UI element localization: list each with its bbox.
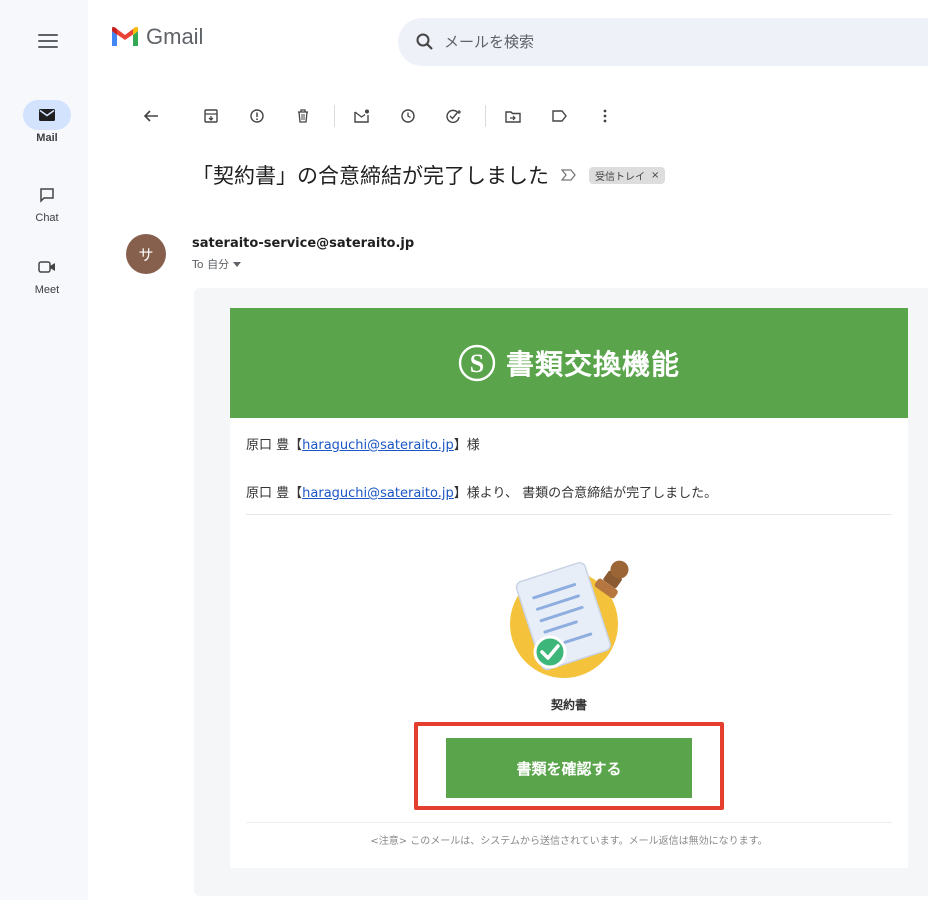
sender-email[interactable]: sateraito-service@sateraito.jp xyxy=(192,236,414,251)
add-task-icon xyxy=(446,109,461,123)
recipient-details[interactable]: To 自分 xyxy=(192,256,242,272)
email-banner: S 書類交換機能 xyxy=(230,308,908,418)
document-name: 契約書 xyxy=(550,698,587,712)
importance-marker-icon[interactable] xyxy=(561,169,577,181)
sateraito-logo-icon: S xyxy=(458,344,496,382)
mark-unread-icon xyxy=(354,109,369,123)
body-email-link[interactable]: haraguchi@sateraito.jp xyxy=(302,486,454,501)
report-spam-icon xyxy=(250,109,264,123)
delete-button[interactable] xyxy=(286,99,320,133)
toolbar-divider xyxy=(485,105,486,127)
back-button[interactable] xyxy=(134,99,168,133)
clock-icon xyxy=(401,109,415,123)
search-icon[interactable] xyxy=(416,33,434,51)
archive-icon xyxy=(204,109,218,123)
add-to-tasks-button[interactable] xyxy=(437,99,471,133)
recipient-text: To 自分 xyxy=(192,258,230,271)
move-to-button[interactable] xyxy=(496,99,530,133)
meet-icon xyxy=(23,252,71,282)
rail-item-mail[interactable]: Mail xyxy=(10,100,84,144)
banner-title: 書類交換機能 xyxy=(505,348,680,381)
message-toolbar xyxy=(134,96,634,136)
greeting-line: 原口 豊【haraguchi@sateraito.jp】様 xyxy=(246,434,480,453)
move-to-folder-icon xyxy=(505,110,521,123)
mark-unread-button[interactable] xyxy=(345,99,379,133)
footer-note: <注意> このメールは、システムから送信されています。メール返信は無効になります… xyxy=(370,836,768,847)
content-divider xyxy=(246,514,892,515)
body-line: 原口 豊【haraguchi@sateraito.jp】様より、 書類の合意締結… xyxy=(246,482,717,501)
greeting-name: 原口 豊【 xyxy=(246,438,303,453)
rail-item-meet[interactable]: Meet xyxy=(10,252,84,296)
labels-button[interactable] xyxy=(542,99,576,133)
mail-icon xyxy=(23,100,71,130)
label-chip-text: 受信トレイ xyxy=(595,171,645,183)
rail-label-meet: Meet xyxy=(34,284,60,296)
search-bar[interactable] xyxy=(398,18,928,66)
main-menu-button[interactable] xyxy=(38,34,58,48)
gmail-logo[interactable]: Gmail xyxy=(110,24,203,50)
sender-avatar[interactable]: サ xyxy=(126,234,166,274)
toolbar-divider xyxy=(334,105,335,127)
trash-icon xyxy=(298,109,308,123)
rail-label-chat: Chat xyxy=(35,212,59,224)
gmail-m-icon xyxy=(112,27,138,46)
label-icon xyxy=(551,110,567,122)
back-arrow-icon xyxy=(143,110,158,122)
remove-label-icon[interactable]: × xyxy=(651,170,659,181)
inbox-label-chip[interactable]: 受信トレイ × xyxy=(589,166,666,184)
rail-label-mail: Mail xyxy=(36,132,58,144)
rail-item-chat[interactable]: Chat xyxy=(10,180,84,224)
body-name: 原口 豊【 xyxy=(246,486,303,501)
subject-row: 「契約書」の合意締結が完了しました 受信トレイ × xyxy=(192,160,666,190)
search-input[interactable] xyxy=(444,33,864,51)
dropdown-arrow-icon xyxy=(233,261,242,267)
greeting-suffix: 】様 xyxy=(453,438,480,453)
more-options-button[interactable] xyxy=(588,99,622,133)
contract-document-illustration xyxy=(510,560,629,678)
email-subject: 「契約書」の合意締結が完了しました xyxy=(192,164,549,188)
report-spam-button[interactable] xyxy=(240,99,274,133)
chat-icon xyxy=(23,180,71,210)
body-suffix: 】様より、 書類の合意締結が完了しました。 xyxy=(453,486,718,501)
more-vert-icon xyxy=(603,109,607,123)
snooze-button[interactable] xyxy=(391,99,425,133)
greeting-email-link[interactable]: haraguchi@sateraito.jp xyxy=(302,438,454,453)
banner-logo-letter: S xyxy=(470,349,484,378)
gmail-wordmark: Gmail xyxy=(146,24,204,49)
confirm-document-button[interactable]: 書類を確認する xyxy=(446,738,692,798)
archive-button[interactable] xyxy=(194,99,228,133)
left-nav-rail: Mail Chat Meet xyxy=(0,0,88,900)
footer-divider xyxy=(246,822,892,823)
